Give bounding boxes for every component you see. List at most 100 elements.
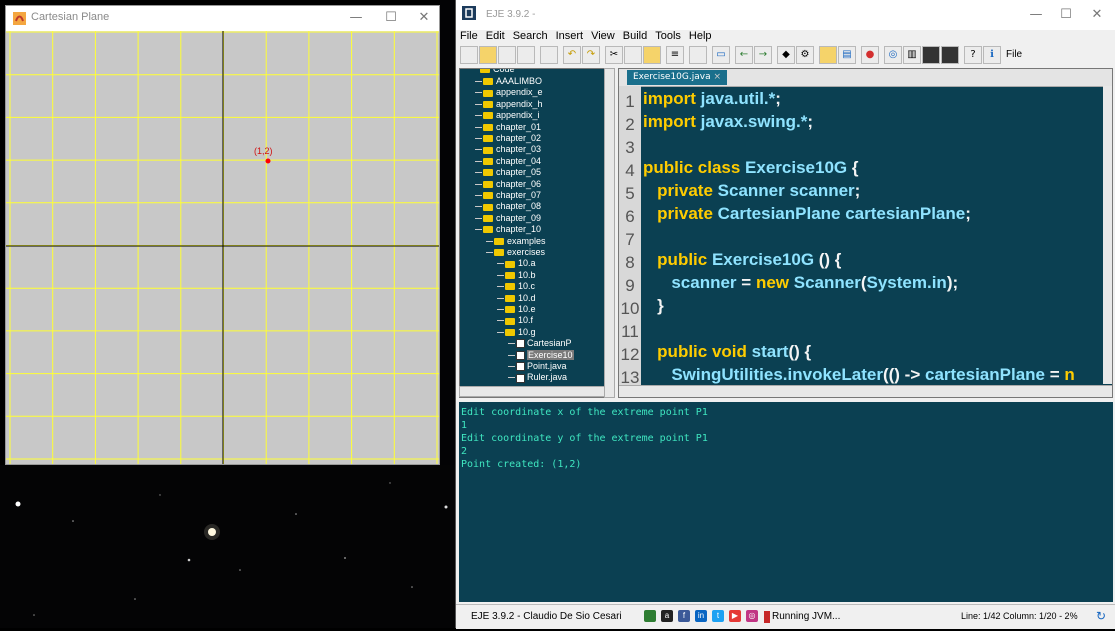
- tree-folder-item[interactable]: chapter_02: [483, 133, 541, 144]
- tab-exercise10g[interactable]: Exercise10G.java ×: [627, 70, 728, 85]
- menu-view[interactable]: View: [587, 30, 619, 42]
- format-icon[interactable]: ≡: [666, 46, 684, 64]
- menu-build[interactable]: Build: [619, 30, 651, 42]
- tree-folder-item[interactable]: chapter_09: [483, 213, 541, 224]
- comment-icon[interactable]: ▭: [712, 46, 730, 64]
- tree-folder-item[interactable]: 10.d: [505, 293, 536, 304]
- stop-icon[interactable]: ●: [861, 46, 879, 64]
- facebook-icon[interactable]: f: [678, 610, 690, 622]
- redo-icon[interactable]: ↷: [582, 46, 600, 64]
- terminal-icon[interactable]: [922, 46, 940, 64]
- tree-folder-item[interactable]: 10.c: [505, 281, 535, 292]
- tree-file-item[interactable]: CartesianP: [516, 338, 572, 349]
- tree-horizontal-scrollbar[interactable]: [459, 386, 605, 397]
- code-line[interactable]: SwingUtilities.invokeLater(() -> cartesi…: [643, 365, 1074, 385]
- tree-folder-item[interactable]: 10.a: [505, 258, 536, 269]
- eje-titlebar[interactable]: EJE 3.9.2 - — ☐ ✕: [456, 0, 1115, 30]
- tree-folder-item[interactable]: examples: [494, 236, 546, 247]
- tree-vertical-scrollbar[interactable]: [604, 68, 615, 398]
- code-line[interactable]: scanner = new Scanner(System.in);: [643, 273, 958, 293]
- project-tree[interactable]: Code AAALIMBO appendix_e appendix_h appendix…: [459, 68, 609, 398]
- code-line[interactable]: import java.util.*;: [643, 89, 781, 109]
- tree-folder-item[interactable]: chapter_04: [483, 156, 541, 167]
- eje-site-icon[interactable]: [644, 610, 656, 622]
- tab-close-icon[interactable]: ×: [713, 72, 721, 82]
- tree-folder-item[interactable]: chapter_07: [483, 190, 541, 201]
- cartesian-plot-canvas[interactable]: (1,2): [6, 31, 439, 464]
- tree-folder-item[interactable]: chapter_08: [483, 201, 541, 212]
- code-line[interactable]: }: [643, 296, 664, 316]
- close-button[interactable]: ✕: [409, 9, 439, 27]
- menu-file[interactable]: File: [456, 30, 482, 42]
- tree-folder-item[interactable]: appendix_i: [483, 110, 540, 121]
- menu-search[interactable]: Search: [509, 30, 552, 42]
- run-icon[interactable]: ◎: [884, 46, 902, 64]
- instagram-icon[interactable]: ◎: [746, 610, 758, 622]
- cartesian-plane-window: Cartesian Plane — ☐ ✕ (1,2): [5, 5, 440, 465]
- copy-icon[interactable]: [624, 46, 642, 64]
- tree-file-item[interactable]: Point.java: [516, 361, 567, 372]
- cartesian-plane-titlebar[interactable]: Cartesian Plane — ☐ ✕: [6, 6, 439, 32]
- console-icon[interactable]: [941, 46, 959, 64]
- tree-folder-item[interactable]: 10.b: [505, 270, 536, 281]
- export-icon[interactable]: ▤: [838, 46, 856, 64]
- youtube-icon[interactable]: ▶: [729, 610, 741, 622]
- open-folder-icon[interactable]: [479, 46, 497, 64]
- amazon-icon[interactable]: a: [661, 610, 673, 622]
- tree-folder-item[interactable]: chapter_10: [483, 224, 541, 235]
- code-line[interactable]: private CartesianPlane cartesianPlane;: [643, 204, 971, 224]
- menu-insert[interactable]: Insert: [552, 30, 588, 42]
- menu-help[interactable]: Help: [685, 30, 716, 42]
- tree-folder-item[interactable]: 10.g: [505, 327, 536, 338]
- code-line[interactable]: public class Exercise10G {: [643, 158, 858, 178]
- tree-folder-item[interactable]: 10.e: [505, 304, 536, 315]
- minimize-button[interactable]: —: [1021, 6, 1051, 24]
- tree-folder-item[interactable]: chapter_03: [483, 144, 541, 155]
- tree-folder-item[interactable]: chapter_05: [483, 167, 541, 178]
- new-file-icon[interactable]: [460, 46, 478, 64]
- code-line[interactable]: private Scanner scanner;: [643, 181, 860, 201]
- minimize-button[interactable]: —: [341, 9, 371, 27]
- tree-file-item[interactable]: Exercise10: [516, 349, 574, 361]
- close-button[interactable]: ✕: [1082, 6, 1112, 24]
- code-line[interactable]: public void start() {: [643, 342, 811, 362]
- maximize-button[interactable]: ☐: [376, 9, 406, 27]
- tree-folder-item[interactable]: exercises: [494, 247, 545, 258]
- find-icon[interactable]: [689, 46, 707, 64]
- toolbar-file-label[interactable]: File: [1006, 49, 1022, 60]
- info-icon[interactable]: ℹ: [983, 46, 1001, 64]
- save-icon[interactable]: [498, 46, 516, 64]
- chart-icon[interactable]: ▥: [903, 46, 921, 64]
- compile-icon[interactable]: ◆: [777, 46, 795, 64]
- maximize-button[interactable]: ☐: [1051, 6, 1081, 24]
- help-icon[interactable]: ?: [964, 46, 982, 64]
- code-line[interactable]: import javax.swing.*;: [643, 112, 813, 132]
- forward-icon[interactable]: →: [754, 46, 772, 64]
- tree-file-item[interactable]: Ruler.java: [516, 372, 567, 383]
- tree-folder-item[interactable]: chapter_01: [483, 122, 541, 133]
- menu-edit[interactable]: Edit: [482, 30, 509, 42]
- tree-folder-item[interactable]: appendix_e: [483, 87, 543, 98]
- paste-icon[interactable]: [643, 46, 661, 64]
- tree-folder-item[interactable]: AAALIMBO: [483, 76, 542, 87]
- undo-icon[interactable]: ↶: [563, 46, 581, 64]
- output-console[interactable]: Edit coordinate x of the extreme point P…: [459, 402, 1113, 602]
- editor-vertical-scrollbar[interactable]: [1103, 86, 1112, 384]
- settings-icon[interactable]: ⚙: [796, 46, 814, 64]
- tree-root[interactable]: Code: [480, 69, 515, 75]
- back-icon[interactable]: ←: [735, 46, 753, 64]
- linkedin-icon[interactable]: in: [695, 610, 707, 622]
- refresh-icon[interactable]: ↻: [1096, 609, 1106, 623]
- editor-horizontal-scrollbar[interactable]: [619, 385, 1112, 397]
- code-line[interactable]: public Exercise10G () {: [643, 250, 841, 270]
- tree-folder-item[interactable]: appendix_h: [483, 99, 543, 110]
- twitter-icon[interactable]: t: [712, 610, 724, 622]
- cut-icon[interactable]: ✂: [605, 46, 623, 64]
- tree-folder-item[interactable]: chapter_06: [483, 179, 541, 190]
- menu-tools[interactable]: Tools: [651, 30, 685, 42]
- print-icon[interactable]: [540, 46, 558, 64]
- code-editor[interactable]: Exercise10G.java × 1 2 3 4 5 6 7 8 9 10 11 12 13 imp…: [618, 68, 1113, 398]
- save-all-icon[interactable]: [517, 46, 535, 64]
- tree-folder-item[interactable]: 10.f: [505, 315, 533, 326]
- chat-icon[interactable]: [819, 46, 837, 64]
